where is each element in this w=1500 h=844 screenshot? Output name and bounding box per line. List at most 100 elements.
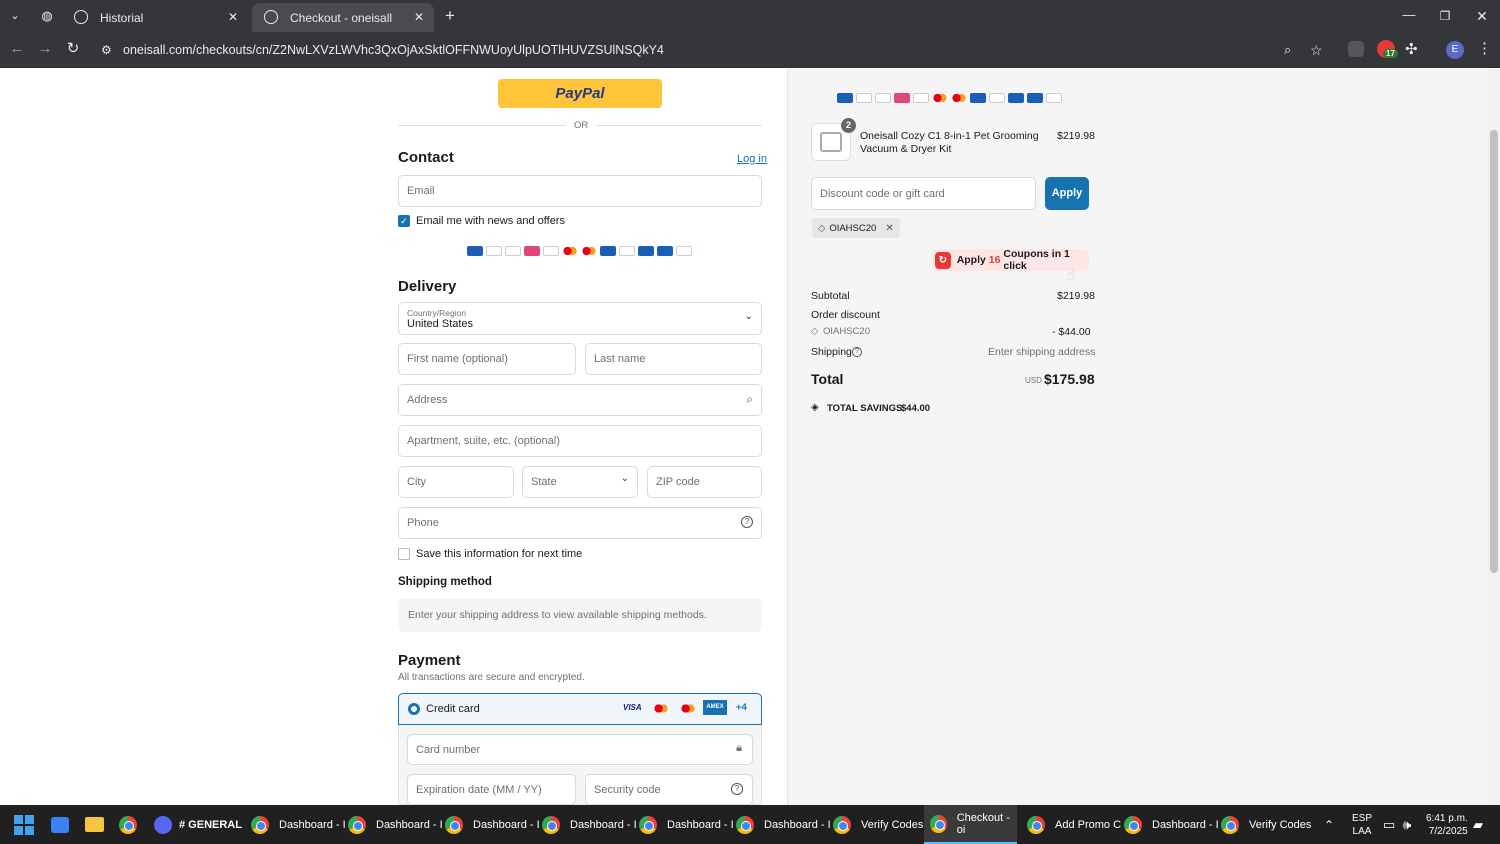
mastercard-card-icon [562, 246, 578, 256]
paypal-card-icon [837, 93, 853, 103]
chrome-icon [348, 815, 366, 834]
forward-icon[interactable]: → [34, 38, 56, 60]
apply-button[interactable]: Apply [1045, 177, 1089, 210]
discount-code-field[interactable]: Discount code or gift card [811, 177, 1036, 210]
chrome-icon [1124, 815, 1142, 834]
taskbar-item[interactable]: Dashboard - I [542, 805, 637, 844]
apartment-placeholder: Apartment, suite, etc. (optional) [407, 435, 560, 447]
tab-favicon-icon[interactable]: ◍ [36, 5, 58, 27]
bookmark-star-icon[interactable]: ☆ [1310, 37, 1323, 63]
taskbar-item[interactable]: Verify Codes [833, 805, 923, 844]
login-link[interactable]: Log in [737, 153, 767, 165]
tab-checkout[interactable]: Checkout - oneisall ✕ [252, 3, 434, 32]
minimize-icon[interactable]: — [1398, 4, 1420, 26]
discount-tag-icon: ◇ [811, 326, 819, 337]
credit-card-radio[interactable] [408, 703, 420, 715]
taskbar-item-active[interactable]: Checkout - oi [924, 805, 1017, 844]
taskbar-label: Verify Codes [1249, 818, 1312, 831]
other-card-icon [676, 246, 692, 256]
close-icon[interactable]: ✕ [414, 10, 424, 24]
country-select[interactable]: Country/Region United States ⌄ [398, 302, 762, 335]
city-field[interactable]: City [398, 466, 514, 498]
card-number-field[interactable]: Card number 🔒︎ [407, 734, 753, 765]
discount-value: - $44.00 [1052, 326, 1091, 338]
taskbar-item[interactable]: Dashboard - I [1124, 805, 1219, 844]
visa-card-icon [543, 246, 559, 256]
new-tab-icon[interactable]: + [439, 5, 461, 27]
taskbar-item[interactable]: Dashboard - I [639, 805, 734, 844]
taskbar-label: Dashboard - I [667, 818, 734, 831]
payment-subtitle: All transactions are secure and encrypte… [398, 672, 585, 683]
tray-chevron-icon[interactable]: ⌃ [1324, 805, 1334, 844]
dinersclub-card-icon [1027, 93, 1043, 103]
state-placeholder: State [531, 476, 557, 488]
taskbar-item[interactable]: Verify Codes [1221, 805, 1311, 844]
explorer-app[interactable] [85, 805, 104, 844]
jcb-card-icon [970, 93, 986, 103]
taskbar-item[interactable]: Dashboard - I [736, 805, 831, 844]
newsletter-checkbox[interactable]: ✓ [398, 215, 410, 227]
klarna-card-icon [524, 246, 540, 256]
last-name-field[interactable]: Last name [585, 343, 762, 375]
expiry-field[interactable]: Expiration date (MM / YY) [407, 774, 576, 805]
scrollbar-thumb[interactable] [1490, 130, 1498, 573]
taskbar-item[interactable]: Add Promo C [1027, 805, 1121, 844]
help-icon[interactable]: ? [741, 516, 753, 528]
chrome-app[interactable] [119, 805, 137, 844]
taskbar-item[interactable]: Dashboard - I [348, 805, 443, 844]
help-icon[interactable]: ? [731, 783, 743, 795]
start-button[interactable] [14, 805, 34, 844]
mastercard-icon [653, 703, 669, 714]
credit-card-option[interactable]: Credit card VISA AMEX +4 [398, 693, 762, 725]
clock[interactable]: 6:41 p.m. 7/2/2025 [1426, 805, 1468, 844]
email-field[interactable]: Email [398, 175, 762, 207]
store-app[interactable] [51, 805, 69, 844]
newsletter-label: Email me with news and offers [416, 215, 565, 227]
tab-title: Checkout - oneisall [290, 10, 393, 25]
maximize-icon[interactable]: ❐ [1434, 5, 1456, 27]
save-info-checkbox[interactable] [398, 548, 410, 560]
zip-field[interactable]: ZIP code [647, 466, 762, 498]
language-indicator[interactable]: ESP LAA [1352, 805, 1372, 844]
security-code-field[interactable]: Security code ? [585, 774, 753, 805]
first-name-field[interactable]: First name (optional) [398, 343, 576, 375]
security-placeholder: Security code [594, 783, 661, 796]
phone-field[interactable]: Phone ? [398, 507, 762, 539]
taskbar-item-discord[interactable]: # GENERAL [154, 805, 242, 844]
zip-placeholder: ZIP code [656, 476, 700, 488]
taskbar-item[interactable]: Dashboard - I [445, 805, 540, 844]
notification-icon[interactable]: ▰ [1473, 805, 1483, 844]
extension-icon[interactable] [1348, 41, 1364, 57]
back-icon[interactable]: ← [6, 38, 28, 60]
coupon-suffix: Coupons in 1 click [1003, 248, 1070, 272]
reload-icon[interactable]: ↻ [62, 38, 84, 60]
remove-code-icon[interactable]: ✕ [885, 223, 893, 234]
applepay-card-icon [856, 93, 872, 103]
menu-kebab-icon[interactable]: ⋮ [1477, 39, 1492, 57]
tab-search-icon[interactable]: ⌄ [4, 5, 26, 27]
window-close-icon[interactable]: ✕ [1471, 5, 1493, 27]
extensions-puzzle-icon[interactable]: ✣ [1405, 40, 1418, 58]
profile-avatar[interactable]: E [1446, 41, 1464, 59]
address-field[interactable]: Address ⌕ [398, 384, 762, 416]
extension-badge: 17 [1383, 49, 1398, 58]
order-discount-label: Order discount [811, 309, 880, 321]
shipping-help-icon[interactable]: ? [852, 347, 862, 357]
savings-value: $44.00 [901, 403, 931, 414]
contact-title: Contact [398, 149, 454, 166]
paypal-button[interactable]: PayPal [498, 79, 662, 108]
phone-placeholder: Phone [407, 517, 439, 529]
network-icon[interactable]: ▭ [1383, 805, 1395, 844]
country-label: Country/Region [407, 308, 467, 318]
tab-historial[interactable]: Historial ✕ [62, 3, 248, 32]
applied-code: OIAHSC20 [829, 222, 877, 234]
close-icon[interactable]: ✕ [228, 10, 238, 24]
apartment-field[interactable]: Apartment, suite, etc. (optional) [398, 425, 762, 457]
site-info-icon[interactable]: ⚙ [101, 37, 112, 63]
taskbar-item[interactable]: Dashboard - I [251, 805, 346, 844]
address-bar[interactable]: ⚙ oneisall.com/checkouts/cn/Z2NwLXVzLWVh… [92, 37, 1342, 63]
state-select[interactable]: State ⌄ [522, 466, 638, 498]
volume-icon[interactable]: 🕪︎ [1403, 805, 1411, 844]
zoom-icon[interactable]: ⌕ [1284, 37, 1291, 63]
card-number-placeholder: Card number [416, 743, 481, 756]
